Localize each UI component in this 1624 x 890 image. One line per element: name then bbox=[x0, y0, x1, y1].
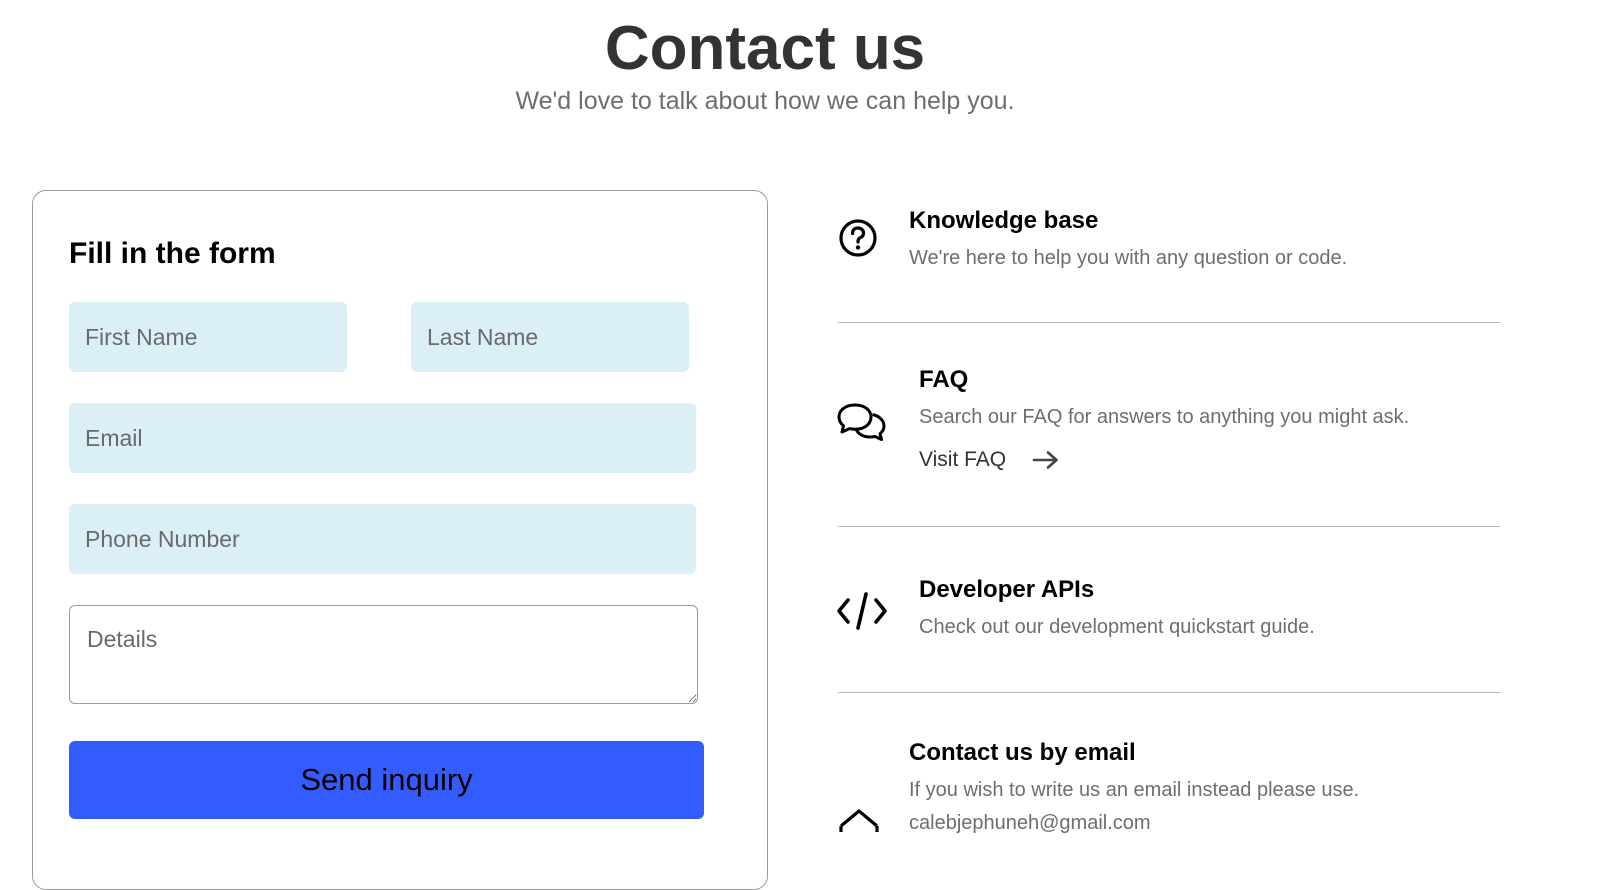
details-textarea[interactable] bbox=[69, 605, 698, 704]
divider bbox=[838, 322, 1500, 323]
question-circle-icon bbox=[838, 218, 878, 263]
contact-email-desc: If you wish to write us an email instead… bbox=[909, 779, 1360, 801]
developer-apis-section: Developer APIs Check out our development… bbox=[836, 565, 1500, 685]
envelope-icon bbox=[838, 808, 880, 837]
knowledge-base-section: Knowledge base We're here to help you wi… bbox=[838, 200, 1500, 320]
send-inquiry-button[interactable]: Send inquiry bbox=[69, 741, 704, 819]
chat-bubbles-icon bbox=[836, 400, 888, 451]
faq-section: FAQ Search our FAQ for answers to anythi… bbox=[836, 360, 1500, 520]
email-input[interactable] bbox=[69, 403, 696, 473]
contact-form-card: Fill in the form Send inquiry bbox=[32, 190, 768, 890]
last-name-input[interactable] bbox=[411, 302, 689, 372]
faq-desc: Search our FAQ for answers to anything y… bbox=[919, 406, 1410, 428]
first-name-input[interactable] bbox=[69, 302, 347, 372]
divider bbox=[838, 692, 1500, 693]
visit-faq-label: Visit FAQ bbox=[919, 448, 1007, 471]
page-title: Contact us bbox=[604, 14, 926, 83]
contact-email-section: Contact us by email If you wish to write… bbox=[838, 730, 1500, 834]
phone-number-input[interactable] bbox=[69, 504, 696, 574]
developer-apis-title: Developer APIs bbox=[919, 576, 1095, 603]
knowledge-base-title: Knowledge base bbox=[909, 207, 1099, 234]
code-icon bbox=[836, 591, 888, 636]
divider bbox=[838, 526, 1500, 527]
developer-apis-desc: Check out our development quickstart gui… bbox=[919, 616, 1315, 638]
visit-faq-link[interactable]: Visit FAQ bbox=[919, 448, 1006, 472]
form-heading: Fill in the form bbox=[69, 237, 276, 270]
arrow-right-icon[interactable] bbox=[1032, 449, 1060, 476]
page-subtitle: We'd love to talk about how we can help … bbox=[515, 87, 1015, 115]
faq-title: FAQ bbox=[919, 366, 969, 393]
contact-email-address[interactable]: calebjephuneh@gmail.com bbox=[909, 811, 1151, 835]
knowledge-base-desc: We're here to help you with any question… bbox=[909, 247, 1348, 269]
contact-email-title: Contact us by email bbox=[909, 739, 1136, 766]
